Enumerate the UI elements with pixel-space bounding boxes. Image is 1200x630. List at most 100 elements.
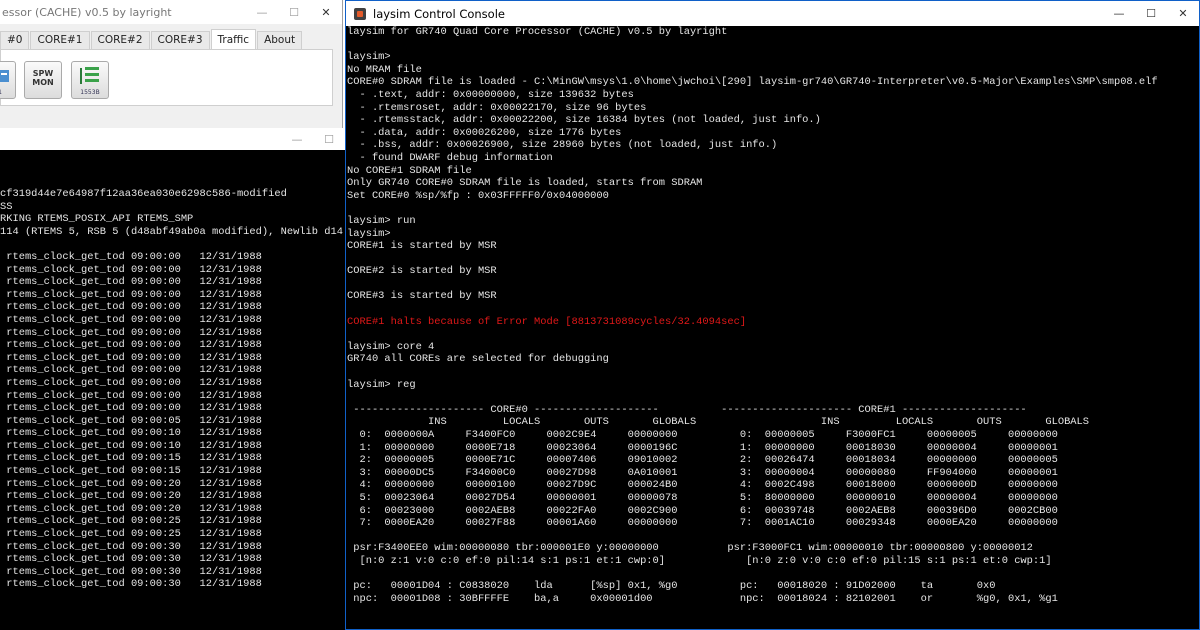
device-a-button[interactable]: —1 [0, 61, 16, 99]
console-line: rtems_clock_get_tod 09:00:00 12/31/1988 [0, 351, 262, 364]
console-line: No CORE#1 SDRAM file [347, 164, 472, 177]
console-line: rtems_clock_get_tod 09:00:00 12/31/1988 [0, 402, 262, 415]
maximize-button[interactable]: ☐ [1135, 7, 1167, 20]
console-line: rtems_clock_get_tod 09:00:20 12/31/1988 [0, 502, 262, 515]
console-line: psr:F3400EE0 wim:00000080 tbr:000001E0 y… [347, 542, 1033, 555]
console-line: rtems_clock_get_tod 09:00:20 12/31/1988 [0, 490, 262, 503]
maximize-button[interactable]: ☐ [278, 6, 310, 19]
tab-core0[interactable]: #0 [0, 31, 30, 49]
console-line: rtems_clock_get_tod 09:00:10 12/31/1988 [0, 439, 262, 452]
spw-mon-button[interactable]: SPW MON [24, 61, 62, 99]
close-button[interactable]: ✕ [1167, 7, 1199, 20]
console-line: Only GR740 CORE#0 SDRAM file is loaded, … [347, 177, 703, 190]
console-line: rtems_clock_get_tod 09:00:30 12/31/1988 [0, 553, 262, 566]
console-line: laysim> [347, 51, 391, 64]
tab-bar: #0 CORE#1 CORE#2 CORE#3 Traffic About [0, 29, 303, 49]
console-output[interactable]: laysim for GR740 Quad Core Processor (CA… [346, 26, 1199, 629]
console-line: 7: 0000EA20 00027F88 00001A60 00000000 7… [347, 517, 1058, 530]
tab-core2[interactable]: CORE#2 [90, 31, 150, 49]
left-console-output: cf319d44e7e64987f12aa36ea030e6298c586-mo… [0, 150, 345, 630]
console-line: CORE#0 SDRAM file is loaded - C:\MinGW\m… [347, 76, 1158, 89]
tab-core1[interactable]: CORE#1 [30, 31, 90, 49]
console-line: 6: 00023000 0002AEB8 00022FA0 0002C900 6… [347, 504, 1058, 517]
console-line: No MRAM file [347, 63, 422, 76]
console-line: laysim> [347, 227, 391, 240]
console-line: - .rtemsstack, addr: 0x00022200, size 16… [347, 114, 821, 127]
console-line: laysim> run [347, 214, 416, 227]
left-console-titlebar: — ☐ [0, 128, 345, 150]
console-line: pc: 00001D04 : C0838020 lda [%sp] 0x1, %… [347, 580, 996, 593]
console-line: - .rtemsroset, addr: 0x00022170, size 96… [347, 101, 647, 114]
tool-window-title: essor (CACHE) v0.5 by layright [2, 5, 172, 19]
rtems-output-console: — ☐ cf319d44e7e64987f12aa36ea030e6298c58… [0, 128, 345, 630]
console-line: rtems_clock_get_tod 09:00:00 12/31/1988 [0, 339, 262, 352]
tool-window: essor (CACHE) v0.5 by layright — ☐ ✕ #0 … [0, 0, 343, 128]
console-line: rtems_clock_get_tod 09:00:30 12/31/1988 [0, 578, 262, 591]
console-line: rtems_clock_get_tod 09:00:00 12/31/1988 [0, 250, 262, 263]
bus-1553b-button[interactable]: 1553B [71, 61, 109, 99]
control-console-window: laysim Control Console — ☐ ✕ laysim for … [345, 0, 1200, 630]
console-line: rtems_clock_get_tod 09:00:00 12/31/1988 [0, 326, 262, 339]
console-line: - .text, addr: 0x00000000, size 139632 b… [347, 88, 634, 101]
close-button[interactable]: ✕ [310, 6, 342, 19]
console-line: 1: 00000000 0000E718 00023064 0000196C 1… [347, 441, 1058, 454]
console-line: - .data, addr: 0x00026200, size 1776 byt… [347, 126, 622, 139]
console-line: 4: 00000000 00000100 00027D9C 000024B0 4… [347, 479, 1058, 492]
console-line: laysim> core 4 [347, 340, 435, 353]
console-line: --------------------- CORE#0 -----------… [347, 403, 1027, 416]
tab-traffic[interactable]: Traffic [210, 29, 257, 49]
console-line: rtems_clock_get_tod 09:00:30 12/31/1988 [0, 540, 262, 553]
console-line: rtems_clock_get_tod 09:00:00 12/31/1988 [0, 263, 262, 276]
console-line: 0: 0000000A F3400FC0 0002C9E4 00000000 0… [347, 429, 1058, 441]
console-line: CORE#1 is started by MSR [347, 240, 497, 253]
console-line: rtems_clock_get_tod 09:00:25 12/31/1988 [0, 528, 262, 541]
app-icon [354, 7, 366, 20]
console-line: 5: 00023064 00027D54 00000001 00000078 5… [347, 491, 1058, 504]
console-line: rtems_clock_get_tod 09:00:00 12/31/1988 [0, 389, 262, 402]
console-line: rtems_clock_get_tod 09:00:00 12/31/1988 [0, 376, 262, 389]
console-line: rtems_clock_get_tod 09:00:15 12/31/1988 [0, 465, 262, 478]
console-line: - .bss, addr: 0x00026900, size 28960 byt… [347, 139, 778, 152]
console-line: 114 (RTEMS 5, RSB 5 (d48abf49ab0a modifi… [0, 225, 343, 238]
console-line: rtems_clock_get_tod 09:00:15 12/31/1988 [0, 452, 262, 465]
console-line: cf319d44e7e64987f12aa36ea030e6298c586-mo… [0, 188, 287, 200]
console-line: rtems_clock_get_tod 09:00:00 12/31/1988 [0, 313, 262, 326]
console-line: rtems_clock_get_tod 09:00:00 12/31/1988 [0, 288, 262, 301]
minimize-button[interactable]: — [281, 133, 313, 146]
console-line: rtems_clock_get_tod 09:00:00 12/31/1988 [0, 301, 262, 314]
window-title: laysim Control Console [373, 6, 505, 21]
console-line: INS LOCALS OUTS GLOBALS INS LOCALS OUTS … [347, 416, 1090, 429]
console-line: [n:0 z:1 v:0 c:0 ef:0 pil:14 s:1 ps:1 et… [347, 554, 1052, 567]
console-line: rtems_clock_get_tod 09:00:05 12/31/1988 [0, 414, 262, 427]
console-line: SS [0, 200, 13, 213]
tab-about[interactable]: About [257, 31, 303, 49]
control-console-titlebar: laysim Control Console — ☐ ✕ [346, 1, 1199, 26]
console-line: rtems_clock_get_tod 09:00:00 12/31/1988 [0, 276, 262, 289]
console-line: 2: 00000005 0000E71C 00007406 09010002 2… [347, 454, 1058, 467]
tool-window-titlebar: essor (CACHE) v0.5 by layright — ☐ ✕ [0, 0, 342, 24]
console-line: rtems_clock_get_tod 09:00:00 12/31/1988 [0, 364, 262, 377]
maximize-button[interactable]: ☐ [313, 133, 345, 146]
console-line: Set CORE#0 %sp/%fp : 0x03FFFFF0/0x040000… [347, 189, 609, 202]
error-line: CORE#1 halts because of Error Mode [8813… [347, 315, 747, 328]
tab-core3[interactable]: CORE#3 [150, 31, 210, 49]
console-line: GR740 all COREs are selected for debuggi… [347, 353, 609, 366]
console-line: - found DWARF debug information [347, 151, 553, 164]
minimize-button[interactable]: — [1103, 7, 1135, 20]
console-line: rtems_clock_get_tod 09:00:10 12/31/1988 [0, 427, 262, 440]
console-line: 3: 00000DC5 F34000C0 00027D98 0A010001 3… [347, 466, 1058, 479]
console-line: rtems_clock_get_tod 09:00:30 12/31/1988 [0, 565, 262, 578]
console-line: npc: 00001D08 : 30BFFFFE ba,a 0x00001d00… [347, 592, 1058, 605]
minimize-button[interactable]: — [246, 6, 278, 19]
